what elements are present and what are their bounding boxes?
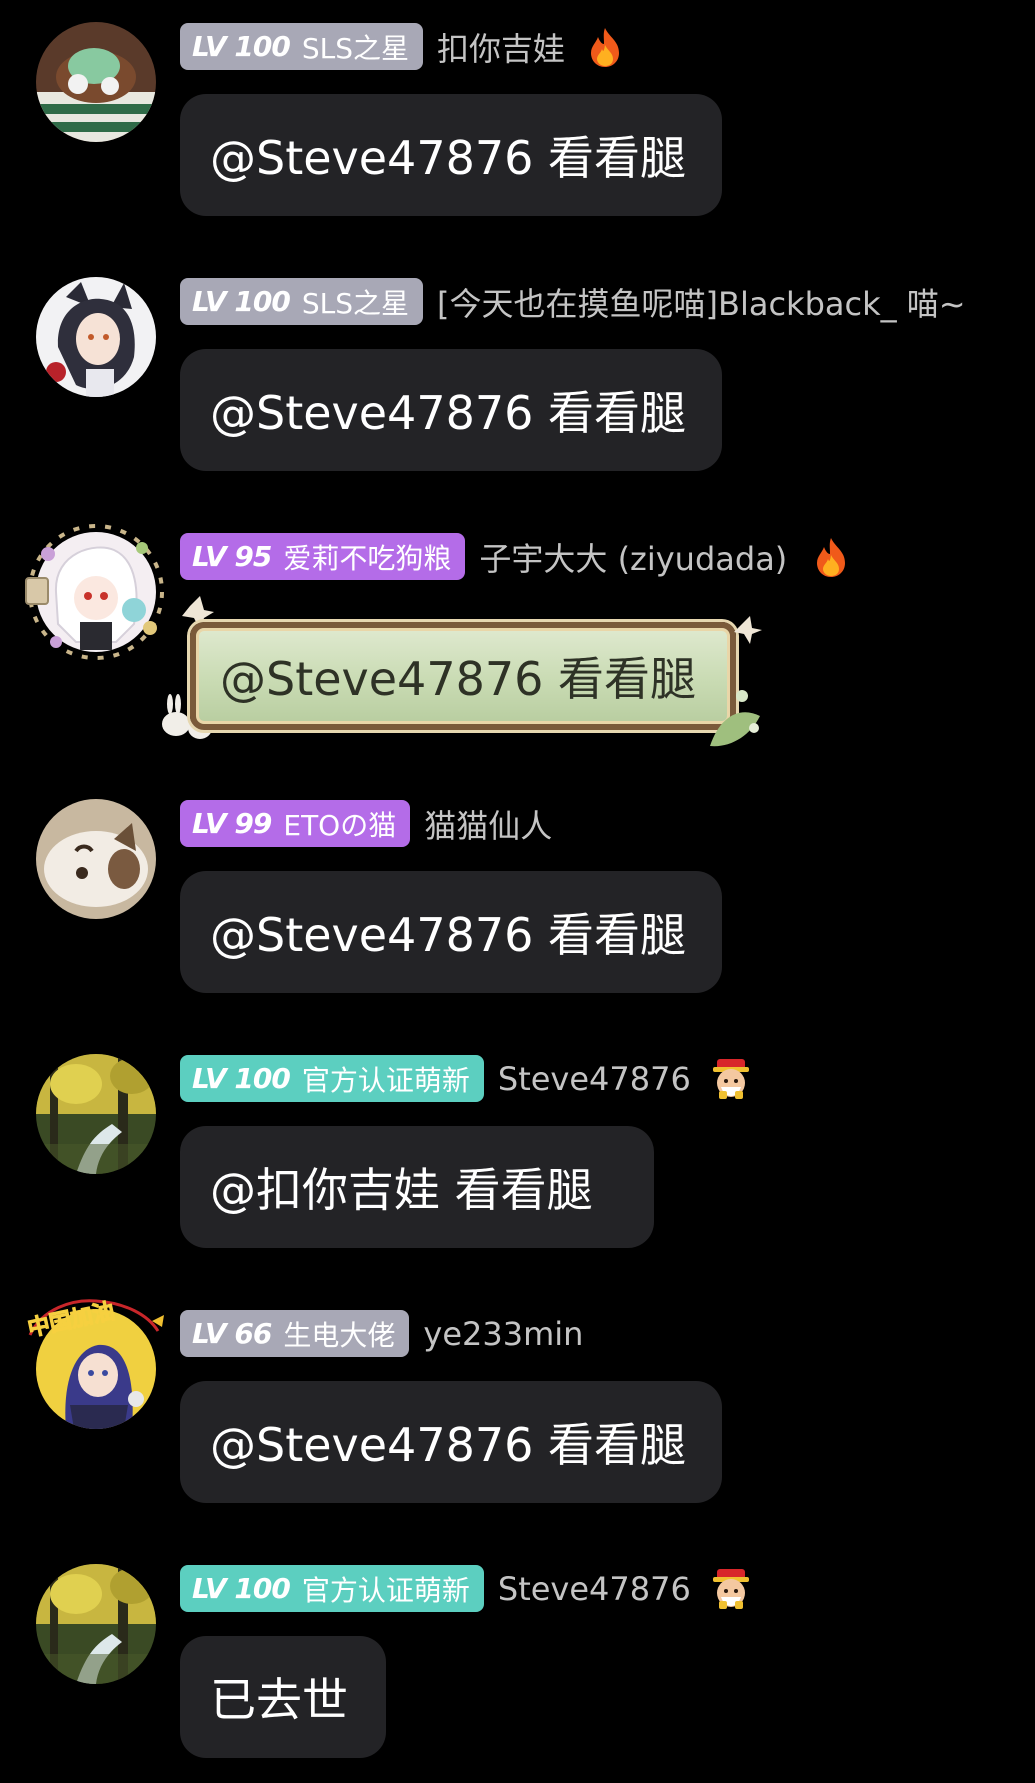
badge-title: 爱莉不吃狗粮 — [283, 541, 452, 575]
level-text: LV 100 — [192, 1062, 291, 1095]
badge-title: 官方认证萌新 — [301, 1063, 470, 1097]
level-badge[interactable]: LV 100 官方认证萌新 — [180, 1565, 484, 1612]
badge-title: SLS之星 — [301, 31, 410, 65]
message-bubble[interactable]: @扣你吉娃 看看腿 — [180, 1126, 654, 1248]
username[interactable]: Steve47876 — [498, 1060, 691, 1098]
level-text: LV 100 — [192, 1572, 291, 1605]
message-text: 已去世 — [210, 1673, 348, 1727]
message-header: LV 100 官方认证萌新 Steve47876 — [180, 1565, 753, 1612]
level-badge[interactable]: LV 99 ETOの猫 — [180, 800, 411, 847]
level-text: LV 95 — [192, 540, 272, 573]
fortune-god-icon — [709, 1057, 753, 1101]
badge-title: 生电大佬 — [283, 1318, 396, 1352]
username[interactable]: 猫猫仙人 — [424, 801, 552, 847]
level-text: LV 66 — [192, 1317, 272, 1350]
chat-message: LV 100 官方认证萌新 Steve47876 已去世 — [0, 1542, 1035, 1783]
message-bubble[interactable]: @Steve47876 看看腿 — [190, 622, 736, 730]
fortune-god-icon — [709, 1567, 753, 1611]
level-badge[interactable]: LV 100 SLS之星 — [180, 23, 424, 70]
chat-message: LV 99 ETOの猫 猫猫仙人 @Steve47876 看看腿 — [0, 777, 1035, 1007]
username[interactable]: Steve47876 — [498, 1570, 691, 1608]
message-header: LV 66 生电大佬 ye233min — [180, 1310, 583, 1357]
badge-title: SLS之星 — [301, 286, 410, 320]
avatar[interactable] — [36, 1054, 156, 1174]
message-text: @Steve47876 看看腿 — [210, 908, 687, 962]
fire-icon — [583, 25, 627, 69]
message-bubble[interactable]: @Steve47876 看看腿 — [180, 1381, 722, 1503]
username[interactable]: [今天也在摸鱼呢喵]Blackback_ 喵~ — [437, 279, 966, 325]
message-text: @Steve47876 看看腿 — [210, 131, 687, 185]
message-text: @Steve47876 看看腿 — [210, 1418, 687, 1472]
avatar[interactable] — [36, 799, 156, 919]
username[interactable]: ye233min — [423, 1315, 583, 1353]
level-badge[interactable]: LV 95 爱莉不吃狗粮 — [180, 533, 466, 580]
chat-message-list: LV 100 SLS之星 扣你吉娃 @Steve47876 看看腿 LV 100… — [0, 0, 1035, 1783]
avatar[interactable] — [36, 22, 156, 142]
message-header: LV 100 SLS之星 [今天也在摸鱼呢喵]Blackback_ 喵~ — [180, 278, 966, 325]
badge-title: ETOの猫 — [283, 808, 397, 842]
badge-title: 官方认证萌新 — [301, 1573, 470, 1607]
message-header: LV 99 ETOの猫 猫猫仙人 — [180, 800, 552, 847]
avatar[interactable] — [36, 1564, 156, 1684]
avatar[interactable] — [36, 277, 156, 397]
chat-message: 中国加油 LV 66 生电大佬 ye233min @Steve47876 看看腿 — [0, 1287, 1035, 1517]
message-text: @Steve47876 看看腿 — [220, 652, 697, 706]
chat-message: LV 100 SLS之星 扣你吉娃 @Steve47876 看看腿 — [0, 0, 1035, 230]
level-badge[interactable]: LV 100 官方认证萌新 — [180, 1055, 484, 1102]
level-text: LV 100 — [192, 30, 291, 63]
level-text: LV 99 — [192, 807, 272, 840]
message-header: LV 95 爱莉不吃狗粮 子宇大大 (ziyudada) — [180, 533, 853, 580]
message-text: @Steve47876 看看腿 — [210, 386, 687, 440]
message-header: LV 100 SLS之星 扣你吉娃 — [180, 23, 627, 70]
chat-message: LV 95 爱莉不吃狗粮 子宇大大 (ziyudada) @Steve47876… — [0, 510, 1035, 770]
level-badge[interactable]: LV 100 SLS之星 — [180, 278, 424, 325]
avatar[interactable] — [36, 1309, 156, 1429]
avatar[interactable] — [36, 532, 156, 652]
chat-message: LV 100 官方认证萌新 Steve47876 @扣你吉娃 看看腿 — [0, 1032, 1035, 1262]
level-badge[interactable]: LV 66 生电大佬 — [180, 1310, 410, 1357]
username[interactable]: 扣你吉娃 — [437, 24, 565, 70]
level-text: LV 100 — [192, 285, 291, 318]
message-bubble[interactable]: 已去世 — [180, 1636, 386, 1758]
message-text: @扣你吉娃 看看腿 — [210, 1163, 593, 1217]
message-bubble[interactable]: @Steve47876 看看腿 — [180, 349, 722, 471]
message-bubble[interactable]: @Steve47876 看看腿 — [180, 871, 722, 993]
username[interactable]: 子宇大大 (ziyudada) — [479, 534, 787, 580]
fire-icon — [809, 535, 853, 579]
message-bubble[interactable]: @Steve47876 看看腿 — [180, 94, 722, 216]
message-header: LV 100 官方认证萌新 Steve47876 — [180, 1055, 753, 1102]
chat-message: LV 100 SLS之星 [今天也在摸鱼呢喵]Blackback_ 喵~ @St… — [0, 255, 1035, 485]
